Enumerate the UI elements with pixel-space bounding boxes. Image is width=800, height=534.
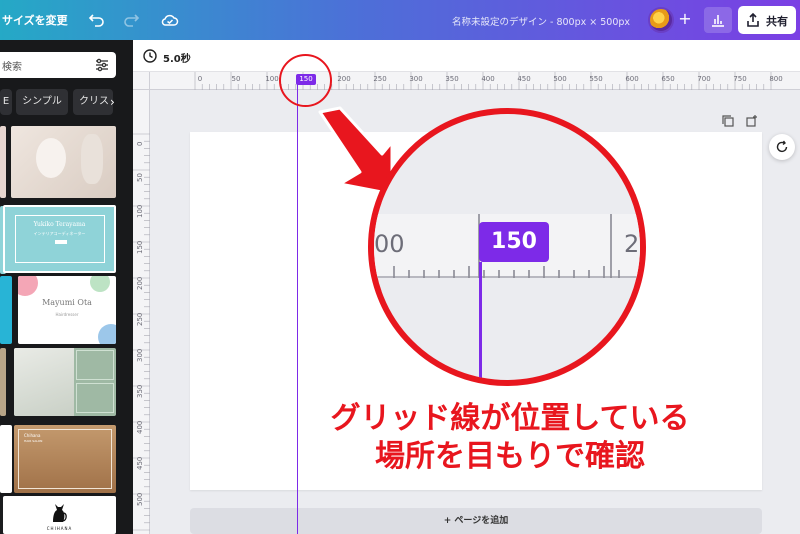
card-subtitle: インテリアコーディネーター — [33, 231, 86, 236]
redo-icon[interactable] — [121, 10, 141, 30]
ruler-tick-label: 800 — [769, 75, 783, 83]
zoomed-position-marker: 150 — [479, 222, 549, 262]
card-subtitle: HAIR SALON — [24, 439, 43, 443]
flower-decoration — [18, 276, 38, 296]
ruler-tick-label: 750 — [733, 75, 747, 83]
template-thumbnail[interactable] — [0, 126, 6, 198]
icon-cell — [76, 383, 114, 413]
ruler-tick-label: 50 — [231, 75, 241, 83]
ruler-tick-label: 650 — [661, 75, 675, 83]
template-thumbnail[interactable] — [0, 276, 12, 344]
filter-icon[interactable] — [94, 57, 110, 73]
template-thumbnail[interactable] — [0, 425, 12, 493]
filter-chip-christmas[interactable]: クリス — [73, 89, 113, 115]
ruler-tick-label: 400 — [481, 75, 495, 83]
ruler-tick-label: 250 — [136, 312, 144, 326]
search-input[interactable]: 検索 — [0, 52, 116, 78]
ruler-tick-label: 300 — [136, 348, 144, 362]
ruler-tick-label: 350 — [445, 75, 459, 83]
cat-logo-icon — [53, 504, 67, 522]
filter-chip[interactable]: E — [0, 89, 12, 115]
template-thumbnail-soft[interactable] — [11, 126, 116, 198]
chevron-right-icon[interactable]: › — [110, 95, 115, 109]
ruler-tick-label: 550 — [589, 75, 603, 83]
ruler-tick-label: 0 — [197, 75, 203, 83]
vertical-guide-line[interactable] — [297, 80, 298, 534]
ruler-tick-label: 100 — [136, 204, 144, 218]
icon-cell — [76, 350, 114, 380]
add-collaborator-button[interactable]: + — [677, 9, 693, 29]
template-thumbnail-floral[interactable]: Mayumi Ota Hairdresser — [18, 276, 116, 344]
ruler-tick-label: 600 — [625, 75, 639, 83]
share-label: 共有 — [766, 15, 788, 28]
template-panel: 検索 E シンプル クリス › Yukiko Terayama インテリアコーデ… — [0, 40, 133, 534]
ruler-tick-label: 50 — [136, 173, 144, 182]
ruler-tick-label: 350 — [136, 384, 144, 398]
vertical-ruler[interactable]: 0 50 100 150 200 250 300 350 400 450 500 — [133, 90, 150, 534]
card-name: Mayumi Ota — [42, 298, 92, 307]
resize-button[interactable]: サイズを変更 — [2, 12, 68, 28]
template-thumbnail-cat[interactable]: CHIHANA — [3, 496, 116, 534]
refresh-button[interactable] — [769, 134, 795, 160]
duplicate-page-icon[interactable] — [721, 113, 735, 127]
page-timing-bar: 5.0秒 — [133, 40, 800, 72]
annotation-caption: グリッド線が位置している 場所を目もりで確認 — [300, 400, 720, 476]
avatar[interactable] — [648, 7, 674, 33]
zoomed-tick-label: 2 — [624, 230, 640, 258]
share-button[interactable]: 共有 — [738, 6, 796, 34]
ruler-tick-label: 100 — [265, 75, 279, 83]
ruler-tick-label: 150 — [136, 240, 144, 254]
ruler-tick-label: 200 — [337, 75, 351, 83]
annotation-line: グリッド線が位置している — [330, 401, 690, 436]
cloud-saved-icon — [160, 10, 180, 30]
decoration-shape — [36, 138, 66, 178]
design-title[interactable]: 名称未設定のデザイン - 800px × 500px — [452, 14, 630, 28]
upload-icon — [747, 12, 759, 27]
card-frame — [18, 429, 112, 489]
zoom-callout: 00 2 150 — [368, 108, 646, 386]
flower-decoration — [98, 324, 116, 344]
bar-chart-icon — [712, 15, 724, 27]
add-page-button[interactable]: + ページを追加 — [190, 508, 762, 534]
decoration-shape — [81, 134, 103, 184]
template-thumbnail-teal[interactable]: Yukiko Terayama インテリアコーディネーター — [3, 205, 116, 273]
top-toolbar: サイズを変更 名称未設定のデザイン - 800px × 500px + 共有 — [0, 0, 800, 40]
search-placeholder: 検索 — [2, 62, 22, 73]
undo-icon[interactable] — [87, 10, 107, 30]
zoomed-tick-label: 00 — [374, 230, 405, 258]
ruler-corner — [133, 72, 150, 90]
card-name: Yukiko Terayama — [33, 221, 86, 228]
add-page-icon[interactable] — [745, 113, 759, 127]
insights-button[interactable] — [704, 7, 732, 33]
template-thumbnail-wood[interactable]: Chihana HAIR SALON — [14, 425, 116, 493]
template-thumbnail[interactable] — [0, 348, 6, 416]
ruler-tick-label: 400 — [136, 420, 144, 434]
card-name: CHIHANA — [46, 526, 73, 531]
ruler-tick-label: 700 — [697, 75, 711, 83]
ruler-tick-label: 450 — [517, 75, 531, 83]
ruler-tick-label: 500 — [553, 75, 567, 83]
ruler-tick-label: 300 — [409, 75, 423, 83]
photo-area — [14, 348, 74, 416]
ruler-tick-label: 500 — [136, 492, 144, 506]
horizontal-ruler[interactable]: 0 50 100 200 250 300 350 400 450 500 550 600 650 700 7… — [150, 72, 800, 90]
card-subtitle: Hairdresser — [55, 312, 79, 317]
template-thumbnail-sage[interactable] — [14, 348, 116, 416]
refresh-icon — [776, 140, 788, 153]
ruler-tick-label: 0 — [136, 141, 144, 146]
filter-chip-simple[interactable]: シンプル — [16, 89, 68, 115]
duration-label[interactable]: 5.0秒 — [163, 50, 191, 65]
annotation-line: 場所を目もりで確認 — [375, 439, 645, 474]
ruler-tick-label: 450 — [136, 456, 144, 470]
zoomed-guide-line — [479, 262, 482, 380]
card-button — [55, 240, 67, 244]
ruler-tick-label: 250 — [373, 75, 387, 83]
ruler-tick-label: 200 — [136, 276, 144, 290]
highlight-circle — [279, 54, 332, 107]
card-name: Chihana — [24, 433, 41, 438]
flower-decoration — [90, 276, 110, 292]
clock-icon[interactable] — [143, 49, 157, 63]
